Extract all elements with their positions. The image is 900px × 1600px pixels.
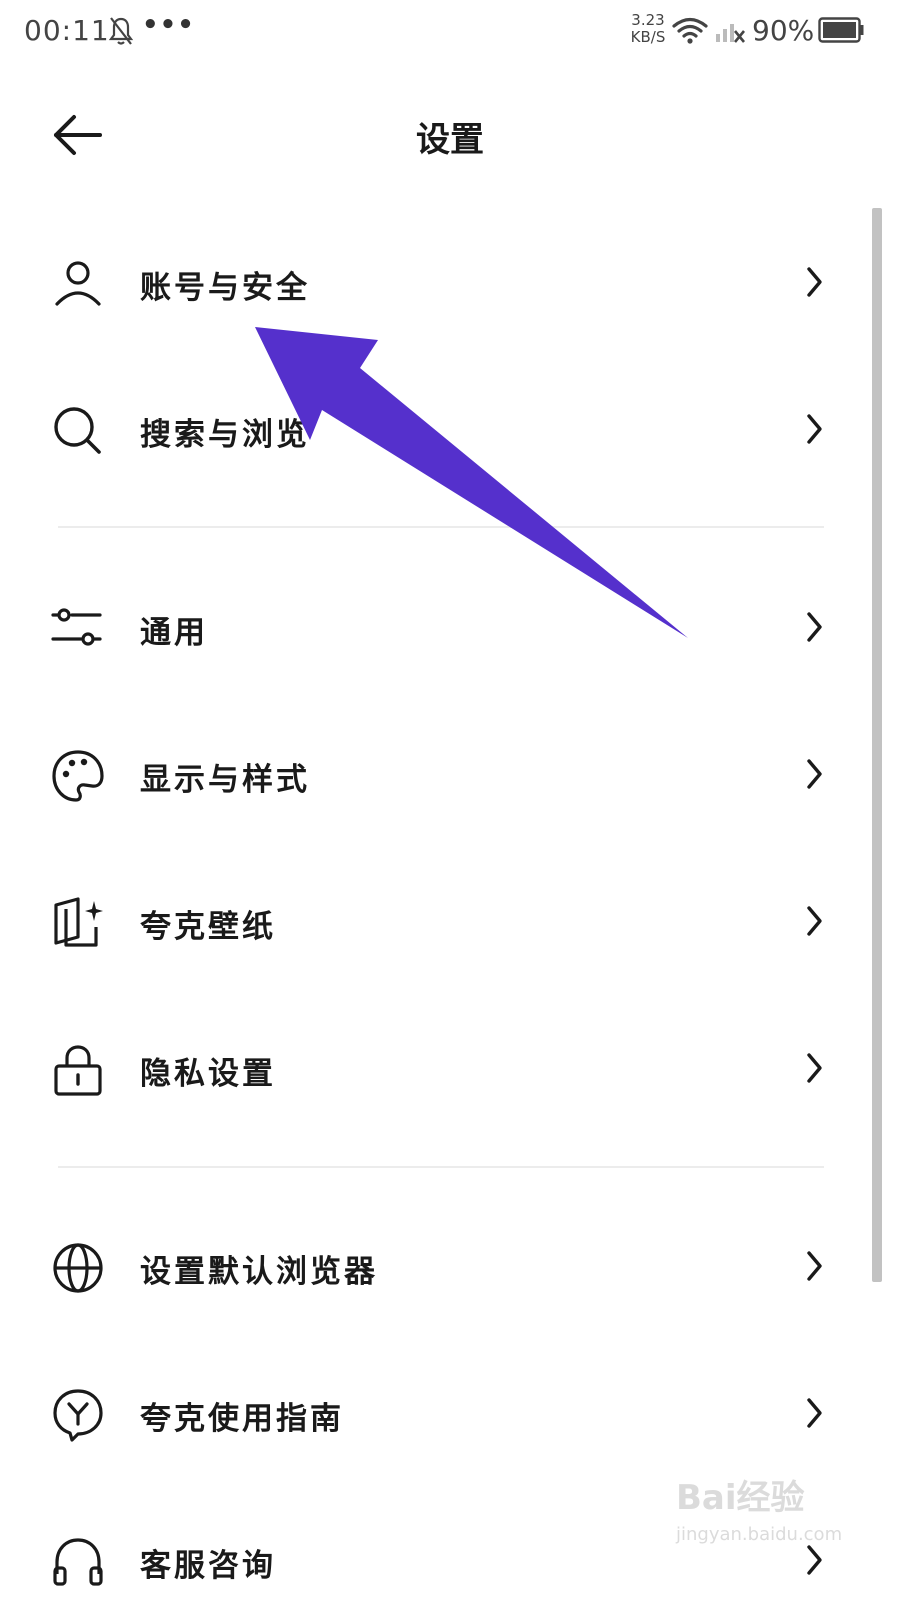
globe-icon [53, 1243, 103, 1293]
settings-item-label: 隐私设置 [140, 1056, 276, 1092]
network-speed: 3.23 KB/S [626, 12, 670, 46]
chevron-right-icon [807, 267, 822, 297]
settings-item-label: 客服咨询 [140, 1548, 276, 1584]
settings-item-label: 设置默认浏览器 [140, 1254, 378, 1290]
bell-muted-icon [108, 17, 134, 45]
status-time: 00:11 [24, 14, 110, 47]
chevron-right-icon [807, 1251, 822, 1281]
settings-item-label: 夸克壁纸 [140, 909, 276, 945]
chevron-right-icon [807, 906, 822, 936]
headset-icon [53, 1538, 103, 1586]
search-icon [54, 407, 101, 454]
settings-item-privacy[interactable]: 隐私设置 [0, 1018, 860, 1118]
palette-icon [52, 750, 104, 802]
chevron-right-icon [807, 1053, 822, 1083]
guide-icon [53, 1389, 103, 1442]
watermark-url: jingyan.baidu.com [676, 1524, 843, 1545]
cellular-signal-icon [716, 24, 746, 43]
page-title: 设置 [416, 120, 484, 160]
watermark: Bai经验 jingyan.baidu.com [676, 1470, 846, 1560]
settings-item-user-guide[interactable]: 夸克使用指南 [0, 1363, 860, 1463]
scrollbar[interactable] [872, 208, 882, 1282]
settings-item-label: 夸克使用指南 [140, 1401, 344, 1437]
battery-icon [818, 17, 864, 43]
chevron-right-icon [807, 1398, 822, 1428]
settings-item-label: 通用 [140, 615, 208, 651]
settings-item-display-style[interactable]: 显示与样式 [0, 724, 860, 824]
settings-item-wallpaper[interactable]: 夸克壁纸 [0, 871, 860, 971]
chevron-right-icon [807, 612, 822, 642]
settings-item-label: 账号与安全 [140, 270, 310, 306]
settings-item-general[interactable]: 通用 [0, 577, 860, 677]
settings-item-label: 搜索与浏览 [140, 417, 310, 453]
network-speed-unit: KB/S [630, 28, 666, 46]
settings-item-search-browse[interactable]: 搜索与浏览 [0, 379, 860, 479]
user-icon [55, 261, 101, 306]
settings-item-label: 显示与样式 [140, 762, 310, 798]
section-divider [58, 526, 824, 528]
chevron-right-icon [807, 759, 822, 789]
wallpaper-icon [54, 897, 103, 947]
wifi-icon [672, 17, 708, 44]
settings-item-default-browser[interactable]: 设置默认浏览器 [0, 1216, 860, 1316]
header: 设置 [0, 90, 900, 180]
watermark-brand: Bai经验 [676, 1478, 805, 1518]
section-divider [58, 1166, 824, 1168]
settings-screen: 00:11 ••• 3.23 KB/S 90% 设置 账号与安全 搜索与浏览 通… [0, 0, 900, 1600]
sliders-icon [51, 608, 102, 646]
network-speed-value: 3.23 [631, 11, 665, 29]
chevron-right-icon [807, 414, 822, 444]
lock-icon [54, 1045, 102, 1096]
settings-item-account-security[interactable]: 账号与安全 [0, 232, 860, 332]
more-notifications-icon: ••• [142, 10, 195, 40]
status-bar: 00:11 ••• 3.23 KB/S 90% [0, 0, 900, 64]
battery-percent: 90% [752, 14, 815, 47]
